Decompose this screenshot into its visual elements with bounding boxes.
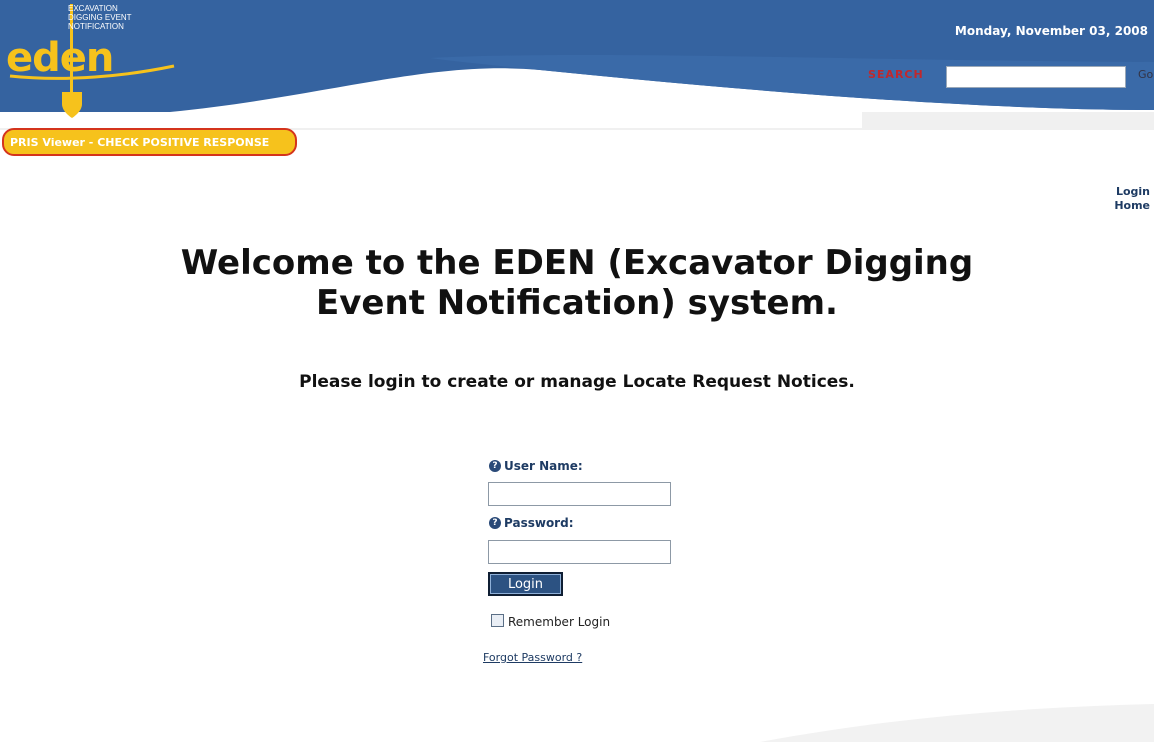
page-title: Welcome to the EDEN (Excavator Digging E…: [180, 243, 974, 323]
help-icon[interactable]: ?: [489, 460, 501, 472]
search-go-button[interactable]: Go: [1138, 68, 1153, 81]
password-label-text: Password:: [504, 516, 574, 530]
login-button[interactable]: Login: [488, 572, 563, 596]
password-label: ? Password:: [489, 516, 574, 530]
logo-line-1: Excavation: [68, 4, 118, 13]
logo-wordmark: eden: [6, 35, 114, 81]
pris-viewer-label[interactable]: PRIS Viewer - CHECK POSITIVE RESPONSE: [10, 136, 269, 149]
page-subtitle: Please login to create or manage Locate …: [299, 372, 855, 392]
logo-line-3: Notification: [68, 22, 124, 31]
username-label-text: User Name:: [504, 459, 583, 473]
shovel-icon: [62, 92, 82, 118]
footer-swoosh: [760, 704, 1154, 742]
remember-login-checkbox[interactable]: [491, 614, 504, 627]
username-label: ? User Name:: [489, 459, 583, 473]
search-label: SEARCH: [868, 68, 924, 81]
logo-line-2: Digging Event: [68, 13, 132, 22]
remember-login-label[interactable]: Remember Login: [508, 615, 610, 629]
home-link[interactable]: Home: [1114, 199, 1150, 212]
username-input[interactable]: [488, 482, 671, 506]
search-input[interactable]: [946, 66, 1126, 88]
forgot-password-link[interactable]: Forgot Password ?: [483, 651, 582, 664]
help-icon[interactable]: ?: [489, 517, 501, 529]
login-link[interactable]: Login: [1116, 185, 1150, 198]
current-date: Monday, November 03, 2008: [954, 24, 1148, 38]
eden-logo[interactable]: Excavation Digging Event Notification ed…: [6, 4, 186, 120]
password-input[interactable]: [488, 540, 671, 564]
